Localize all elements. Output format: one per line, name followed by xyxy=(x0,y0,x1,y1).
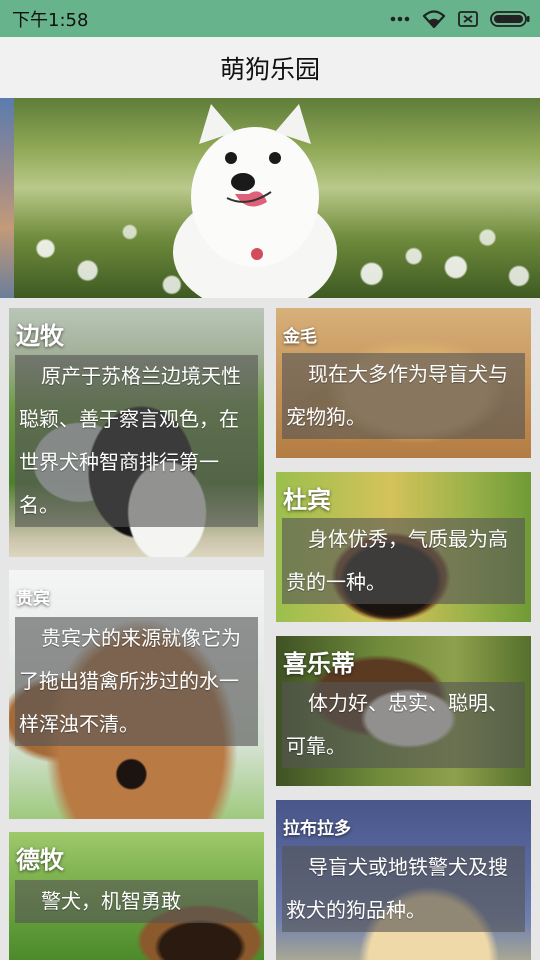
banner-previous-slide xyxy=(0,98,14,298)
breed-description: 原产于苏格兰边境天性聪颖、善于察言观色，在世界犬种智商排行第一名。 xyxy=(15,355,258,527)
breed-description: 警犬，机智勇敢 xyxy=(15,880,258,923)
breed-description: 体力好、忠实、聪明、可靠。 xyxy=(282,682,525,768)
banner-carousel[interactable] xyxy=(0,98,540,298)
breed-name: 德牧 xyxy=(16,846,64,874)
breed-card-labrador[interactable]: 拉布拉多 导盲犬或地铁警犬及搜救犬的狗品种。 xyxy=(276,800,531,960)
breed-description: 身体优秀，气质最为高贵的一种。 xyxy=(282,518,525,604)
sim-icon xyxy=(458,10,478,27)
status-time: 下午1:58 xyxy=(12,9,89,31)
breed-name: 金毛 xyxy=(283,327,317,347)
page-title: 萌狗乐园 xyxy=(219,54,320,84)
breed-description: 导盲犬或地铁警犬及搜救犬的狗品种。 xyxy=(282,846,525,932)
dots-icon xyxy=(390,16,410,22)
breed-card-golden-retriever[interactable]: 金毛 现在大多作为导盲犬与宠物狗。 xyxy=(276,308,531,458)
breed-card-border-collie[interactable]: 边牧 原产于苏格兰边境天性聪颖、善于察言观色，在世界犬种智商排行第一名。 xyxy=(9,308,264,557)
breed-name: 喜乐蒂 xyxy=(283,650,355,678)
breed-description: 贵宾犬的来源就像它为了拖出猎禽所涉过的水一样浑浊不清。 xyxy=(15,617,258,746)
breed-name: 杜宾 xyxy=(283,486,331,514)
breed-card-poodle[interactable]: 贵宾 贵宾犬的来源就像它为了拖出猎禽所涉过的水一样浑浊不清。 xyxy=(9,570,264,819)
status-icons xyxy=(390,9,530,28)
battery-icon xyxy=(490,10,530,27)
status-bar: 下午1:58 xyxy=(0,0,540,37)
breed-card-doberman[interactable]: 杜宾 身体优秀，气质最为高贵的一种。 xyxy=(276,472,531,622)
breed-name: 边牧 xyxy=(16,322,64,350)
breed-card-german-shepherd[interactable]: 德牧 警犬，机智勇敢 xyxy=(9,832,264,960)
breed-name: 贵宾 xyxy=(16,589,50,609)
wifi-icon xyxy=(422,9,446,28)
breed-name: 拉布拉多 xyxy=(283,819,351,839)
breed-card-papillon[interactable]: 喜乐蒂 体力好、忠实、聪明、可靠。 xyxy=(276,636,531,786)
breed-description: 现在大多作为导盲犬与宠物狗。 xyxy=(282,353,525,439)
samoyed-dog-image xyxy=(173,104,337,298)
title-bar: 萌狗乐园 xyxy=(0,37,540,98)
